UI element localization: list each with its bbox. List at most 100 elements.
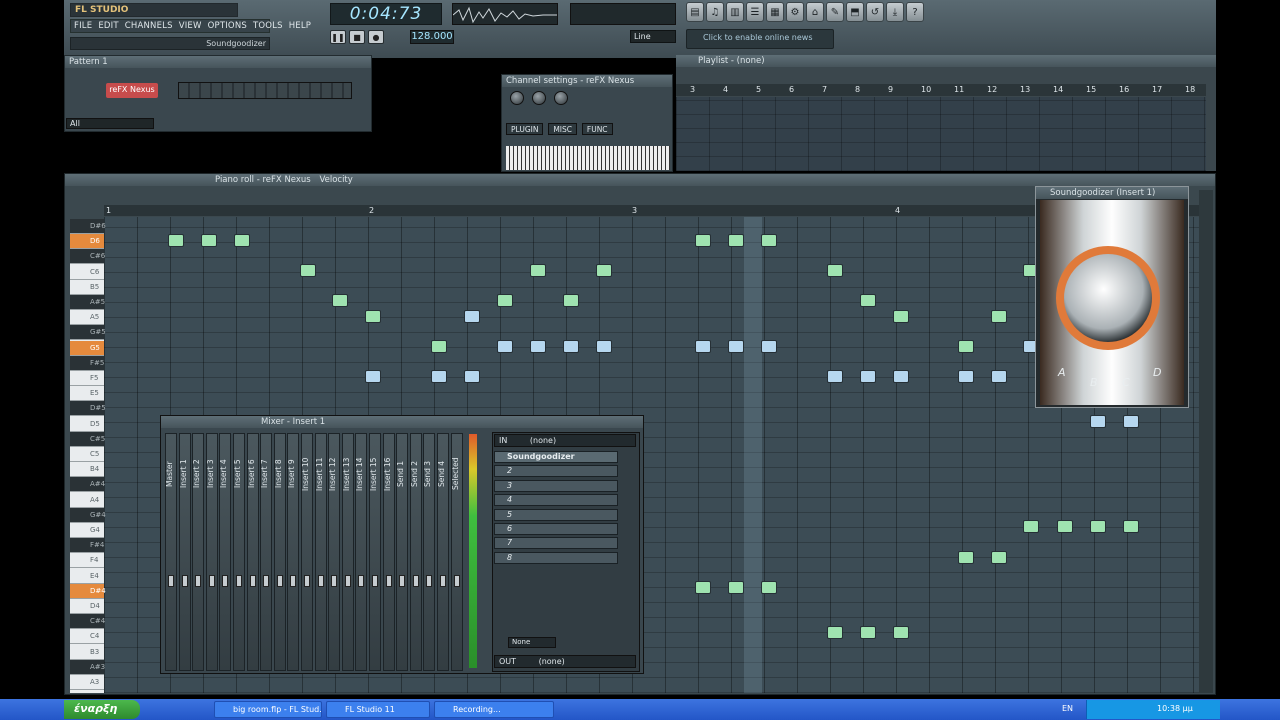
volume-fader[interactable] [358,575,365,587]
volume-fader[interactable] [168,575,174,587]
piano-key[interactable]: B5 [70,280,104,295]
piano-roll-icon[interactable]: ▦ [766,2,784,22]
snap-select[interactable]: Line [630,30,676,43]
playlist-grid[interactable] [676,97,1206,171]
effect-slot[interactable]: 2 [494,465,618,478]
eq-preset[interactable]: None [508,637,556,648]
note[interactable] [728,340,744,353]
volume-fader[interactable] [195,575,202,587]
song-time-display[interactable]: 0:04:73 [330,3,442,25]
volume-fader[interactable] [208,575,215,587]
undo-icon[interactable]: ↺ [866,2,884,22]
note[interactable] [365,310,381,323]
volume-fader[interactable] [236,575,242,587]
online-news-bar[interactable]: Click to enable online news [686,29,834,49]
note[interactable] [300,264,316,277]
render-icon[interactable]: ⤓ [886,2,904,22]
note[interactable] [563,340,579,353]
volume-fader[interactable] [440,575,446,587]
note[interactable] [761,340,777,353]
note[interactable] [464,370,480,383]
tab-func[interactable]: FUNC [581,123,613,135]
effect-slot[interactable]: 8 [494,551,618,564]
piano-key[interactable]: G#4 [70,507,106,523]
mode-d[interactable]: D [1153,366,1161,379]
piano-key[interactable]: A5 [70,310,104,326]
channel-rack-icon[interactable]: ☰ [746,2,764,22]
task-fl-studio[interactable]: FL Studio 11 [326,701,430,718]
input-select[interactable]: (none) [530,436,556,445]
piano-key[interactable]: C6 [70,265,104,280]
volume-fader[interactable] [372,575,378,587]
note[interactable] [234,234,250,247]
note[interactable] [728,581,744,594]
piano-key[interactable]: A3 [70,675,104,690]
volume-fader[interactable] [304,575,310,587]
note[interactable] [827,264,843,277]
note[interactable] [332,294,348,307]
effect-slot[interactable]: 5 [494,508,618,521]
step-sequencer[interactable] [178,82,352,99]
pause-button[interactable]: ❚❚ [330,30,346,44]
piano-roll-scrollbar[interactable] [1199,190,1213,693]
note[interactable] [1023,520,1039,533]
note[interactable] [431,370,447,383]
piano-key[interactable]: F#4 [70,538,104,554]
piano-key[interactable]: F4 [70,553,104,569]
song-mode-icon[interactable]: ♫ [706,2,724,22]
effect-slot[interactable]: Soundgoodizer [494,451,618,463]
piano-key[interactable]: C#5 [70,431,105,447]
piano-key[interactable]: G5 [70,340,104,356]
volume-fader[interactable] [290,575,297,587]
note[interactable] [497,294,513,307]
note[interactable] [991,370,1007,383]
piano-key[interactable]: D4 [70,599,104,614]
tab-misc[interactable]: MISC [548,123,578,135]
piano-key[interactable]: F#5 [70,355,104,371]
menu-file[interactable]: FILE [71,20,95,32]
note[interactable] [530,340,546,353]
record-button[interactable]: ● [368,30,384,44]
volume-fader[interactable] [331,575,338,587]
start-button[interactable]: έναρξη [64,700,140,719]
note[interactable] [695,340,711,353]
stop-button[interactable]: ■ [349,30,365,44]
mini-keyboard[interactable] [506,146,670,170]
piano-roll-mode[interactable]: Velocity [319,175,352,185]
piano-key[interactable]: A#3 [70,659,105,675]
piano-key[interactable]: F5 [70,371,104,386]
save-icon[interactable]: ⬒ [846,2,864,22]
piano-keys[interactable]: D#6 D6 C#6 C6 B5 A#5 A5 G#5 G5 F#5 F5 E5 D#5 D5 C#5 C5 B… [70,219,106,693]
volume-fader[interactable] [276,575,283,587]
note[interactable] [497,340,513,353]
piano-key[interactable]: G#5 [70,325,106,341]
tab-plugin[interactable]: PLUGIN [506,123,544,135]
pitch-knob[interactable] [554,91,568,105]
piano-key[interactable]: D#5 [70,401,106,417]
mode-c[interactable]: C [1122,376,1130,389]
note[interactable] [1090,415,1106,428]
volume-fader[interactable] [222,575,229,587]
note[interactable] [893,626,909,639]
playlist-ruler[interactable]: 3 4 5 6 7 8 9 10 11 12 13 14 15 16 17 18 [676,84,1206,96]
note[interactable] [1123,415,1139,428]
mode-b[interactable]: B [1090,376,1098,389]
channel-filter-select[interactable]: All [66,118,154,129]
piano-key[interactable]: E4 [70,569,104,584]
volume-fader[interactable] [317,575,324,587]
volume-fader[interactable] [453,575,460,587]
menu-view[interactable]: VIEW [176,20,205,32]
note[interactable] [958,551,974,564]
note[interactable] [991,310,1007,323]
help-icon[interactable]: ? [906,2,924,22]
task-big-room[interactable]: big room.flp - FL Stud... [214,701,322,718]
note[interactable] [431,340,447,353]
effect-slot[interactable]: 3 [494,479,618,492]
note[interactable] [827,626,843,639]
note[interactable] [761,234,777,247]
note[interactable] [464,310,480,323]
note[interactable] [695,234,711,247]
note[interactable] [695,581,711,594]
note[interactable] [563,294,579,307]
note[interactable] [365,370,381,383]
